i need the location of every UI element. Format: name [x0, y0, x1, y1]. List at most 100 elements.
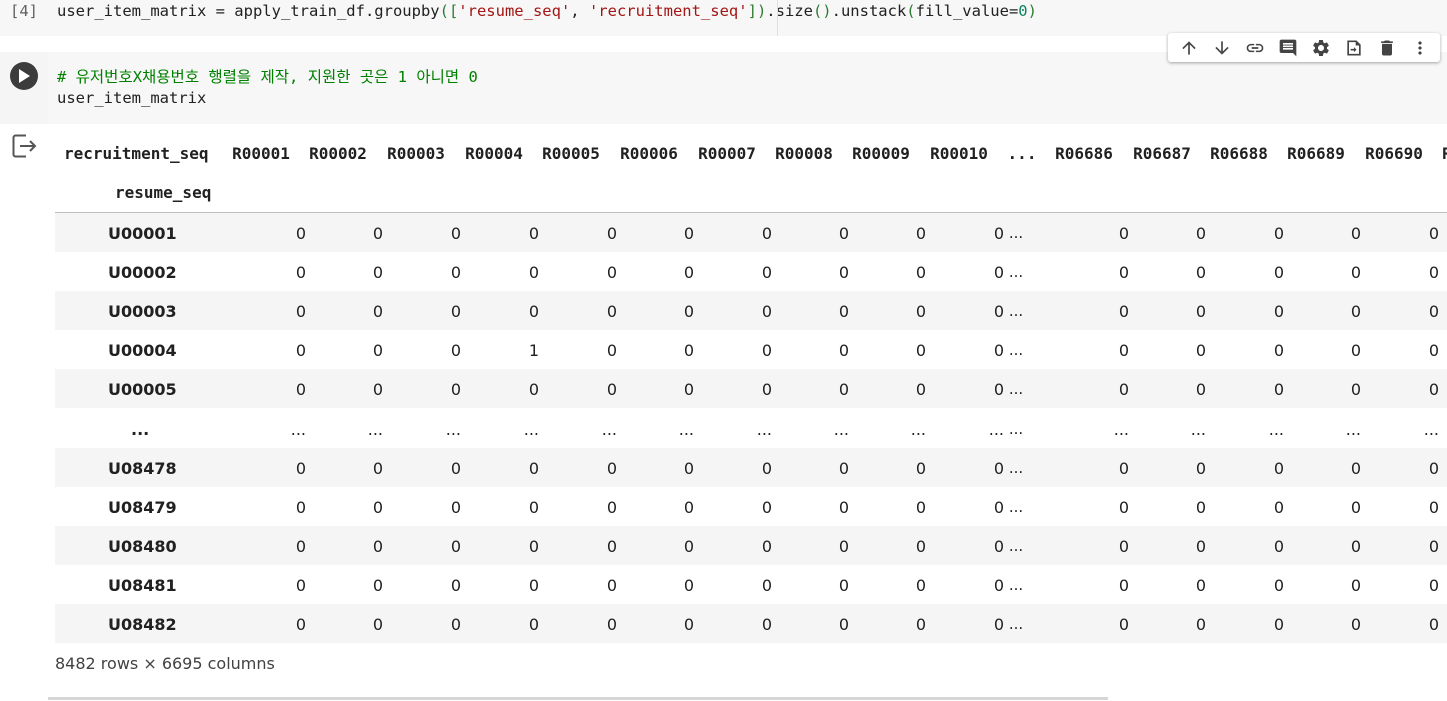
table-cell: 0: [1273, 575, 1284, 595]
table-cell: 0: [683, 497, 694, 517]
table-cell: ...: [1345, 419, 1361, 439]
previous-code-line[interactable]: user_item_matrix = apply_train_df.groupb…: [57, 2, 1037, 20]
more-vert-icon: [1417, 40, 1422, 55]
table-cell: 0: [528, 224, 539, 243]
table-cell: 0: [372, 497, 383, 517]
code-token: ]: [747, 2, 757, 20]
table-cell: 0: [1273, 224, 1284, 243]
table-cell: 0: [1118, 224, 1129, 243]
column-header: R00010: [930, 144, 988, 163]
table-cell: 0: [1118, 341, 1129, 361]
table-cell: 0: [838, 263, 849, 283]
table-cell: 0: [838, 302, 849, 322]
table-cell: 0: [295, 263, 306, 283]
table-cell: 0: [606, 380, 617, 400]
table-cell: 0: [683, 575, 694, 595]
row-index-label: U08482: [108, 615, 177, 634]
table-cell: 0: [450, 380, 461, 400]
table-cell: 0: [915, 575, 926, 595]
table-cell: 0: [1428, 224, 1439, 243]
row-index-label: U00002: [108, 263, 177, 283]
table-row: U08478 0 0 0 0 0 0 0 0 0 0... 0 0 0 0 0: [55, 447, 1447, 487]
move-cell-up-button[interactable]: [1175, 35, 1203, 61]
horizontal-scrollbar[interactable]: [48, 697, 1108, 700]
row-index-label: ...: [131, 419, 150, 439]
row-index-label: U08478: [108, 458, 177, 478]
table-cell: 0: [915, 497, 926, 517]
mirror-cell-button[interactable]: [1340, 35, 1368, 61]
table-cell: 0: [761, 263, 772, 283]
table-cell: 0: [683, 302, 694, 322]
dataframe-output: recruitment_seq R00001 R00002 R00003 R00004…: [55, 135, 1447, 645]
table-cell: 0: [1195, 536, 1206, 556]
comment-icon: [1279, 39, 1296, 56]
table-cell: 1: [528, 341, 539, 361]
table-cell: 0: [528, 458, 539, 478]
column-header-row: recruitment_seq R00001 R00002 R00003 R00004…: [55, 135, 1447, 174]
row-index-label: U00003: [108, 302, 177, 322]
cell-settings-button[interactable]: [1307, 35, 1335, 61]
run-cell-button[interactable]: [10, 62, 38, 90]
table-cell: 0: [295, 497, 306, 517]
more-options-button[interactable]: [1406, 35, 1434, 61]
column-header: R06687: [1133, 144, 1191, 163]
column-header: R00004: [465, 144, 523, 163]
table-cell: 0: [1195, 615, 1206, 634]
table-cell: 0: [761, 302, 772, 322]
add-comment-button[interactable]: [1274, 35, 1302, 61]
table-cell: 0: [1273, 615, 1284, 634]
table-cell: 0: [1118, 380, 1129, 400]
table-cell: ...: [756, 419, 772, 439]
table-cell: 0: [1428, 497, 1439, 517]
mirror-cell-icon: [1346, 40, 1361, 55]
delete-icon: [1380, 40, 1393, 55]
table-cell: 0: [915, 458, 926, 478]
table-cell: 0: [606, 575, 617, 595]
ellipsis-cell: ...: [1008, 380, 1024, 399]
code-cell[interactable]: # 유저번호X채용번호 행렬을 제작, 지원한 곳은 1 아니면 0 user_…: [0, 52, 1447, 124]
code-token: [: [448, 2, 459, 20]
column-header: R06686: [1055, 144, 1113, 163]
table-cell: ...: [290, 419, 306, 439]
copy-link-button[interactable]: [1241, 35, 1269, 61]
ellipsis-cell: ...: [1008, 536, 1024, 555]
table-cell: 0: [1273, 536, 1284, 556]
table-cell: 0: [1428, 380, 1439, 400]
table-cell: ...: [523, 419, 539, 439]
column-header: R00006: [620, 144, 678, 163]
table-cell: 0: [1118, 263, 1129, 283]
table-cell: 0: [1273, 302, 1284, 322]
table-cell: 0: [1195, 341, 1206, 361]
table-row: U00004 0 0 0 1 0 0 0 0 0 0... 0 0 0 0 0: [55, 330, 1447, 369]
table-cell: 0: [993, 575, 1004, 595]
table-cell: 0: [1195, 380, 1206, 400]
table-cell: 0: [915, 536, 926, 556]
code-editor[interactable]: # 유저번호X채용번호 행렬을 제작, 지원한 곳은 1 아니면 0 user_…: [48, 52, 1447, 124]
table-cell: 0: [1273, 263, 1284, 283]
table-cell: 0: [1195, 575, 1206, 595]
table-cell: 0: [450, 615, 461, 634]
table-cell: 0: [761, 497, 772, 517]
delete-cell-button[interactable]: [1373, 35, 1401, 61]
column-header: R06688: [1210, 144, 1268, 163]
previous-code-cell[interactable]: [4] user_item_matrix = apply_train_df.gr…: [0, 0, 1447, 36]
table-cell: 0: [1428, 615, 1439, 634]
table-cell: 0: [1273, 380, 1284, 400]
table-cell: ...: [367, 419, 383, 439]
table-cell: 0: [683, 263, 694, 283]
table-row: U08480 0 0 0 0 0 0 0 0 0 0... 0 0 0 0 0: [55, 525, 1447, 565]
column-header: R00008: [775, 144, 833, 163]
table-cell: 0: [372, 263, 383, 283]
code-token: (: [439, 2, 449, 20]
column-header: ...: [1007, 144, 1037, 163]
table-cell: 0: [450, 536, 461, 556]
table-cell: 0: [915, 224, 926, 243]
ellipsis-cell: ...: [1008, 419, 1024, 438]
table-cell: 0: [372, 341, 383, 361]
table-cell: 0: [1350, 302, 1361, 322]
move-cell-down-button[interactable]: [1208, 35, 1236, 61]
output-actions-button[interactable]: [12, 134, 38, 158]
table-row: U00001 0 0 0 0 0 0 0 0 0 0... 0 0 0 0 0: [55, 213, 1447, 252]
table-cell: ...: [1190, 419, 1206, 439]
table-cell: 0: [683, 341, 694, 361]
